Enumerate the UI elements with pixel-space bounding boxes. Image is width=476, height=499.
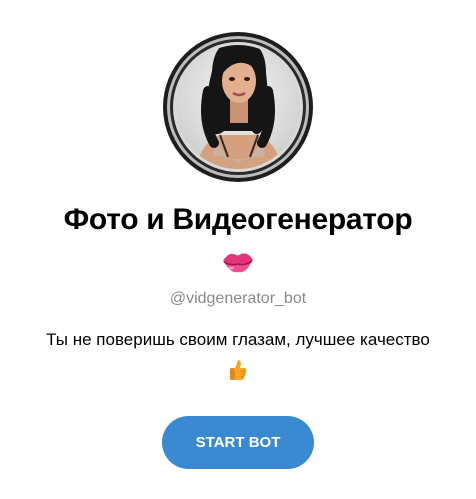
bot-avatar xyxy=(162,31,314,183)
thumbs-up-icon xyxy=(230,360,247,380)
bot-title: Фото и Видеогенератор xyxy=(63,203,413,236)
start-bot-button[interactable]: START BOT xyxy=(162,416,314,469)
avatar-image xyxy=(163,32,313,182)
bot-username: @vidgenerator_bot xyxy=(169,290,307,307)
kiss-lips-icon xyxy=(223,253,253,273)
bot-description: Ты не поверишь своим глазам, лучшее каче… xyxy=(46,330,430,349)
